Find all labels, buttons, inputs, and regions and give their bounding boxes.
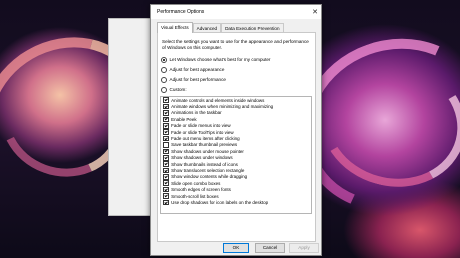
option-label: Fade or slide ToolTips into view — [171, 129, 234, 135]
option-label: Show window contents while dragging — [171, 174, 248, 180]
checkbox[interactable] — [163, 110, 169, 116]
visual-effects-list[interactable]: Animate controls and elements inside win… — [160, 96, 312, 214]
checkbox[interactable] — [163, 142, 169, 148]
checkbox[interactable] — [163, 193, 169, 199]
visual-effects-panel: Select the settings you want to use for … — [157, 32, 316, 242]
performance-options-dialog: Performance Options ✕ Visual Effects Adv… — [150, 4, 322, 256]
checkbox[interactable] — [163, 161, 169, 167]
radio-button[interactable] — [161, 56, 167, 63]
checkbox[interactable] — [163, 97, 169, 103]
radio-best-performance[interactable]: Adjust for best performance — [161, 76, 226, 83]
option-label: Show shadows under windows — [171, 155, 233, 161]
radio-button[interactable] — [161, 86, 167, 93]
radio-best-appearance[interactable]: Adjust for best appearance — [161, 66, 224, 73]
list-item[interactable]: Use drop shadows for icon labels on the … — [161, 199, 311, 206]
checkbox[interactable] — [163, 186, 169, 193]
option-label: Smooth edges of screen fonts — [171, 187, 231, 193]
checkbox[interactable] — [163, 174, 169, 180]
intro-text: Select the settings you want to use for … — [162, 39, 309, 50]
radio-label: Let Windows choose what's best for my co… — [169, 57, 271, 62]
radio-button[interactable] — [161, 66, 167, 73]
title-bar: Performance Options ✕ — [151, 5, 321, 19]
tab-visual-effects[interactable]: Visual Effects — [157, 22, 193, 33]
checkbox[interactable] — [163, 180, 169, 187]
ok-button[interactable]: OK — [223, 243, 249, 253]
option-label: Fade out menu items after clicking — [171, 136, 240, 142]
checkbox[interactable] — [163, 103, 169, 110]
checkbox[interactable] — [163, 129, 169, 135]
option-label: Fade or slide menus into view — [171, 123, 231, 129]
apply-button[interactable]: Apply — [289, 243, 319, 253]
checkbox[interactable] — [163, 199, 169, 206]
window-title: Performance Options — [157, 9, 205, 15]
option-label: Show translucent selection rectangle — [171, 167, 245, 173]
option-label: Animate windows when minimizing and maxi… — [171, 104, 274, 110]
dialog-buttons: OK Cancel Apply — [151, 243, 321, 253]
checkbox[interactable] — [163, 135, 169, 142]
checkbox[interactable] — [163, 122, 169, 129]
radio-custom[interactable]: Custom: — [161, 86, 187, 93]
radio-label: Custom: — [169, 87, 187, 92]
close-icon[interactable]: ✕ — [312, 9, 318, 16]
cancel-button[interactable]: Cancel — [255, 243, 285, 253]
radio-button[interactable] — [161, 76, 167, 83]
checkbox[interactable] — [163, 148, 169, 155]
radio-let-windows-choose[interactable]: Let Windows choose what's best for my co… — [161, 56, 270, 63]
radio-label: Adjust for best appearance — [169, 67, 225, 72]
option-label: Show shadows under mouse pointer — [171, 148, 244, 154]
option-label: Use drop shadows for icon labels on the … — [171, 199, 269, 205]
checkbox[interactable] — [163, 154, 169, 161]
checkbox[interactable] — [163, 116, 169, 123]
option-label: Smooth-scroll list boxes — [171, 193, 219, 199]
option-label: Enable Peek — [171, 116, 197, 122]
option-label: Animate controls and elements inside win… — [171, 97, 265, 103]
checkbox[interactable] — [163, 167, 169, 174]
option-label: Show thumbnails instead of icons — [171, 161, 238, 167]
option-label: Slide open combo boxes — [171, 180, 221, 186]
radio-label: Adjust for best performance — [169, 77, 226, 82]
tab-strip: Visual Effects Advanced Data Execution P… — [157, 22, 284, 33]
option-label: Save taskbar thumbnail previews — [171, 142, 238, 148]
option-label: Animations in the taskbar — [171, 110, 222, 116]
